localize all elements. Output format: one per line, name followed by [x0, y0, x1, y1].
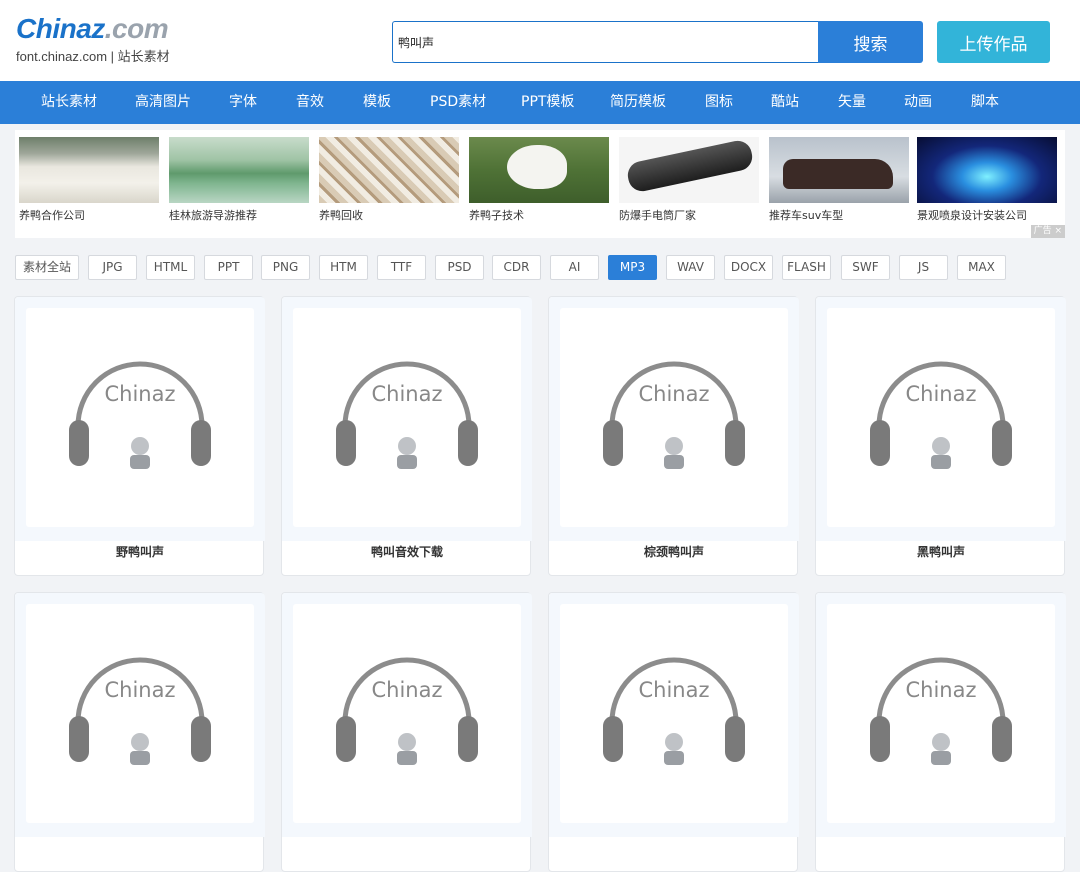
- nav-item[interactable]: 酷站: [771, 81, 799, 124]
- ad-label: 推荐车suv车型: [769, 209, 844, 222]
- nav-item[interactable]: PPT模板: [521, 81, 574, 124]
- thumbnail-text: Chinaz: [905, 382, 976, 406]
- filter-chip[interactable]: FLASH: [782, 255, 831, 280]
- ad-item[interactable]: 桂林旅游导游推荐: [169, 137, 309, 223]
- upload-button[interactable]: 上传作品: [937, 21, 1050, 63]
- logo-wordmark: Chinaz: [16, 13, 105, 44]
- logo-domain: .com: [104, 13, 169, 44]
- ad-label: 桂林旅游导游推荐: [169, 209, 257, 222]
- headphones-thumbnail[interactable]: Chinaz: [26, 604, 254, 823]
- thumbnail-text: Chinaz: [104, 678, 175, 702]
- filter-chip[interactable]: AI: [550, 255, 599, 280]
- headphones-thumbnail[interactable]: Chinaz: [827, 308, 1055, 527]
- filter-chip[interactable]: MAX: [957, 255, 1006, 280]
- ad-item[interactable]: 养鸭子技术: [469, 137, 609, 223]
- filter-chip[interactable]: CDR: [492, 255, 541, 280]
- nav-item[interactable]: 脚本: [971, 81, 999, 124]
- ad-label: 养鸭合作公司: [19, 209, 85, 222]
- headphones-thumbnail[interactable]: Chinaz: [827, 604, 1055, 823]
- ad-item[interactable]: 景观喷泉设计安装公司: [917, 137, 1057, 223]
- filter-chip[interactable]: HTML: [146, 255, 195, 280]
- format-filters: 素材全站 JPG HTML PPT PNG HTM TTF PSD CDR AI…: [15, 255, 1065, 281]
- ad-image-guilin-landscape: [169, 137, 309, 203]
- nav-item[interactable]: 动画: [904, 81, 932, 124]
- audio-card[interactable]: Chinaz 棕颈鸭叫声: [548, 296, 799, 576]
- card-title[interactable]: 鸭叫音效下载: [282, 543, 532, 560]
- audio-card[interactable]: Chinaz: [548, 592, 799, 872]
- search-button[interactable]: 搜索: [818, 21, 923, 63]
- site-logo[interactable]: Chinaz.com font.chinaz.com | 站长素材: [16, 14, 186, 66]
- filter-chip[interactable]: 素材全站: [15, 255, 79, 280]
- nav-item[interactable]: 模板: [363, 81, 391, 124]
- thumbnail-text: Chinaz: [638, 678, 709, 702]
- audio-card[interactable]: Chinaz: [281, 592, 532, 872]
- headphones-thumbnail[interactable]: Chinaz: [560, 604, 788, 823]
- nav-item[interactable]: 图标: [705, 81, 733, 124]
- ad-image-white-duck: [469, 137, 609, 203]
- thumbnail-text: Chinaz: [905, 678, 976, 702]
- nav-item[interactable]: 字体: [229, 81, 257, 124]
- filter-chip[interactable]: WAV: [666, 255, 715, 280]
- headphones-thumbnail[interactable]: Chinaz: [560, 308, 788, 527]
- filter-chip[interactable]: JS: [899, 255, 948, 280]
- ad-item[interactable]: 推荐车suv车型: [769, 137, 909, 223]
- ad-image-ducks-farm: [19, 137, 159, 203]
- filter-chip-active[interactable]: MP3: [608, 255, 657, 280]
- audio-card[interactable]: Chinaz 鸭叫音效下载: [281, 296, 532, 576]
- filter-chip[interactable]: PSD: [435, 255, 484, 280]
- audio-card[interactable]: Chinaz 野鸭叫声: [14, 296, 265, 576]
- audio-card[interactable]: Chinaz: [14, 592, 265, 872]
- filter-chip[interactable]: TTF: [377, 255, 426, 280]
- headphones-thumbnail[interactable]: Chinaz: [26, 308, 254, 527]
- ad-banner: 养鸭合作公司 桂林旅游导游推荐 养鸭回收 养鸭子技术 防爆手电筒厂家 推荐车su…: [15, 130, 1065, 238]
- headphones-thumbnail[interactable]: Chinaz: [293, 308, 521, 527]
- filter-chip[interactable]: JPG: [88, 255, 137, 280]
- thumbnail-text: Chinaz: [638, 382, 709, 406]
- nav-item[interactable]: 简历模板: [610, 81, 666, 124]
- ad-item[interactable]: 养鸭回收: [319, 137, 459, 223]
- nav-item[interactable]: 站长素材: [41, 81, 97, 124]
- logo-subtitle: font.chinaz.com | 站长素材: [16, 49, 170, 64]
- filter-chip[interactable]: DOCX: [724, 255, 773, 280]
- thumbnail-text: Chinaz: [371, 678, 442, 702]
- filter-chip[interactable]: PPT: [204, 255, 253, 280]
- ad-label: 养鸭子技术: [469, 209, 524, 222]
- ad-image-ducks-crowd: [319, 137, 459, 203]
- ad-image-suv: [769, 137, 909, 203]
- thumbnail-text: Chinaz: [371, 382, 442, 406]
- filter-chip[interactable]: SWF: [841, 255, 890, 280]
- filter-chip[interactable]: HTM: [319, 255, 368, 280]
- site-header: Chinaz.com font.chinaz.com | 站长素材 搜索 上传作…: [0, 0, 1080, 81]
- ad-item[interactable]: 养鸭合作公司: [19, 137, 159, 223]
- ad-image-fountain: [917, 137, 1057, 203]
- thumbnail-text: Chinaz: [104, 382, 175, 406]
- nav-item[interactable]: 高清图片: [135, 81, 191, 124]
- audio-card[interactable]: Chinaz: [815, 592, 1066, 872]
- card-title[interactable]: 黑鸭叫声: [816, 543, 1066, 560]
- nav-item[interactable]: 音效: [296, 81, 324, 124]
- ad-label: 景观喷泉设计安装公司: [917, 209, 1027, 222]
- ad-label: 防爆手电筒厂家: [619, 209, 696, 222]
- ad-label: 养鸭回收: [319, 209, 363, 222]
- headphones-thumbnail[interactable]: Chinaz: [293, 604, 521, 823]
- nav-item[interactable]: 矢量: [838, 81, 866, 124]
- filter-chip[interactable]: PNG: [261, 255, 310, 280]
- ad-tag[interactable]: 广告 ×: [1030, 225, 1065, 238]
- ad-item[interactable]: 防爆手电筒厂家: [619, 137, 759, 223]
- nav-item[interactable]: PSD素材: [430, 81, 486, 124]
- card-title[interactable]: 棕颈鸭叫声: [549, 543, 799, 560]
- main-nav: 站长素材 高清图片 字体 音效 模板 PSD素材 PPT模板 简历模板 图标 酷…: [0, 81, 1080, 124]
- ad-image-flashlight: [619, 137, 759, 203]
- audio-card[interactable]: Chinaz 黑鸭叫声: [815, 296, 1066, 576]
- search-input[interactable]: [392, 21, 818, 63]
- card-title[interactable]: 野鸭叫声: [15, 543, 265, 560]
